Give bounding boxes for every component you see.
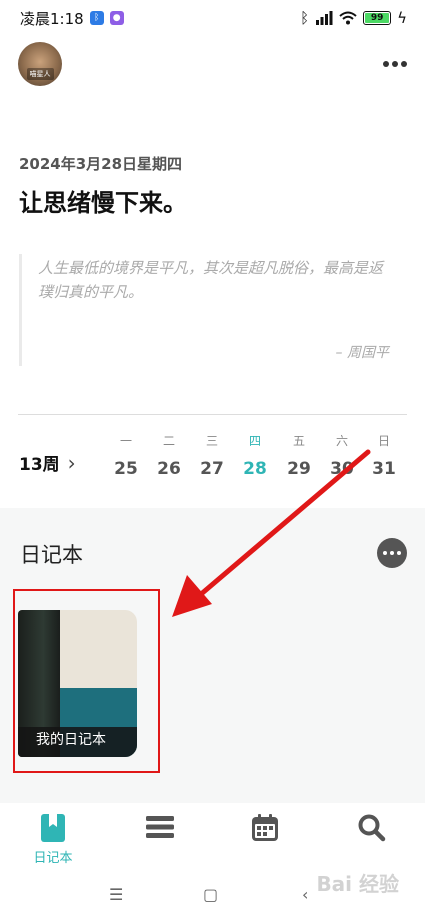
week-selector[interactable]: 13周 › — [19, 450, 76, 476]
search-icon — [358, 814, 386, 842]
avatar[interactable]: 喵星人 — [18, 42, 62, 86]
bookmark-icon — [41, 814, 65, 842]
status-bar: 凌晨1:18 ᛒ ● ᛒ 99 ϟ — [0, 0, 425, 36]
day-number: 26 — [157, 459, 181, 479]
section-title: 日记本 — [20, 543, 83, 567]
day-number: 30 — [330, 459, 354, 479]
weekday-label: 二 — [162, 434, 175, 448]
weekday-label: 六 — [335, 434, 348, 448]
chevron-right-icon: › — [67, 450, 76, 475]
weekday-label: 四 — [248, 434, 261, 448]
week-label: 13周 — [19, 455, 60, 475]
section-more-button[interactable] — [377, 538, 407, 568]
status-time: 凌晨1:18 — [20, 9, 84, 28]
calendar-icon — [252, 814, 278, 841]
current-date: 2024年3月28日星期四 — [19, 155, 183, 173]
nav-item-diary[interactable]: 日记本 — [23, 813, 83, 866]
calendar-day[interactable]: 三 27 — [197, 432, 227, 479]
signal-icon — [316, 11, 333, 25]
calendar-day[interactable]: 二 26 — [154, 432, 184, 479]
calendar-day-today[interactable]: 四 28 — [240, 432, 270, 479]
back-icon[interactable]: ‹ — [302, 885, 308, 904]
bottom-nav: 日记本 — [0, 803, 425, 871]
weekday-label: 五 — [292, 434, 305, 448]
day-number: 28 — [243, 459, 267, 479]
weekday-label: 三 — [205, 434, 218, 448]
home-icon[interactable]: ▢ — [203, 885, 218, 904]
weekday-label: 日 — [377, 434, 390, 448]
calendar-day[interactable]: 六 30 — [327, 432, 357, 479]
quote-author: – 周国平 — [335, 345, 389, 361]
quote-block: 人生最低的境界是平凡，其次是超凡脱俗，最高是返璞归真的平凡。 – 周国平 — [19, 254, 389, 366]
calendar-day[interactable]: 日 31 — [369, 432, 399, 479]
bluetooth-app-icon: ᛒ — [89, 11, 104, 25]
nav-item-calendar[interactable] — [235, 813, 295, 843]
battery-icon: 99 — [363, 11, 392, 25]
battery-level: 99 — [370, 13, 384, 23]
divider — [18, 414, 407, 415]
list-icon — [146, 816, 174, 838]
nav-item-search[interactable] — [342, 813, 402, 843]
day-number: 29 — [287, 459, 311, 479]
more-options-button[interactable] — [381, 52, 409, 76]
wifi-icon — [339, 11, 357, 25]
charging-icon: ϟ — [397, 9, 407, 27]
nav-item-list[interactable] — [130, 813, 190, 841]
nav-label: 日记本 — [33, 851, 73, 866]
app-notification-icon: ● — [109, 11, 124, 25]
avatar-caption: 喵星人 — [26, 68, 54, 80]
menu-icon[interactable]: ☰ — [109, 885, 123, 904]
page-title: 让思绪慢下来。 — [19, 189, 187, 217]
day-number: 25 — [114, 459, 138, 479]
calendar-day[interactable]: 五 29 — [284, 432, 314, 479]
day-number: 27 — [200, 459, 224, 479]
annotation-highlight-box — [13, 589, 160, 773]
day-number: 31 — [372, 459, 396, 479]
calendar-day[interactable]: 一 25 — [111, 432, 141, 479]
quote-text: 人生最低的境界是平凡，其次是超凡脱俗，最高是返璞归真的平凡。 — [38, 259, 384, 301]
watermark: Bai 经验 — [316, 872, 399, 896]
bluetooth-icon: ᛒ — [300, 9, 310, 27]
weekday-label: 一 — [119, 434, 132, 448]
